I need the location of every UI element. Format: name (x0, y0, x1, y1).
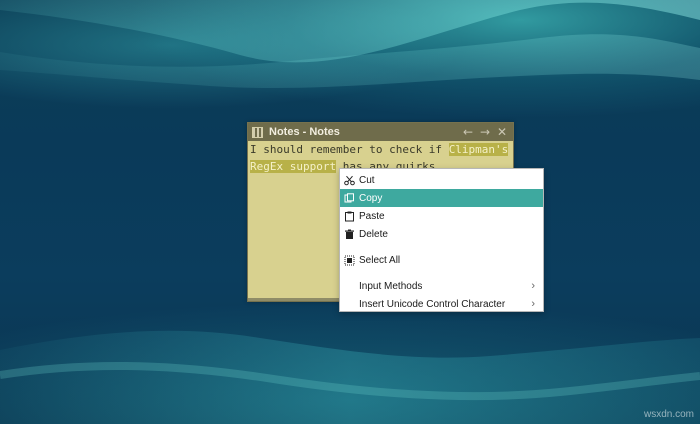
menu-item-copy[interactable]: Copy (340, 189, 543, 207)
chevron-right-icon: › (531, 298, 535, 310)
menu-label-input-methods: Input Methods (359, 280, 423, 292)
chevron-right-icon: › (531, 280, 535, 292)
menu-item-delete[interactable]: Delete (340, 225, 543, 243)
menu-item-input-methods[interactable]: Input Methods › (340, 277, 543, 295)
forward-arrow-icon[interactable]: → (478, 125, 492, 139)
menu-item-insert-unicode-control-character[interactable]: Insert Unicode Control Character › (340, 295, 543, 313)
menu-item-select-all[interactable]: Select All (340, 251, 543, 269)
menu-label-insert-unicode-control-character: Insert Unicode Control Character (359, 298, 506, 310)
back-arrow-icon[interactable]: ← (461, 125, 475, 139)
menu-separator (340, 269, 543, 277)
cut-icon (344, 175, 355, 186)
copy-icon (344, 192, 355, 204)
menu-item-cut[interactable]: Cut (340, 171, 543, 189)
menu-item-paste[interactable]: Paste (340, 207, 543, 225)
menu-label-delete: Delete (359, 228, 388, 240)
menu-label-paste: Paste (359, 210, 385, 222)
paste-icon (344, 211, 355, 222)
menu-label-copy: Copy (359, 192, 383, 204)
menu-label-select-all: Select All (359, 254, 401, 266)
close-icon[interactable]: ✕ (495, 125, 509, 139)
notes-app-icon[interactable] (252, 126, 263, 138)
notes-window-title: Notes - Notes (269, 126, 340, 138)
delete-icon (344, 229, 355, 240)
notes-text-before: I should remember to check if (250, 143, 449, 156)
select-all-icon (344, 255, 355, 266)
menu-label-cut: Cut (359, 174, 375, 186)
context-menu: Cut Copy Paste Delete Select All Input M… (339, 168, 544, 312)
watermark: wsxdn.com (643, 409, 694, 420)
notes-titlebar[interactable]: Notes - Notes ← → ✕ (248, 123, 513, 141)
menu-separator (340, 243, 543, 251)
